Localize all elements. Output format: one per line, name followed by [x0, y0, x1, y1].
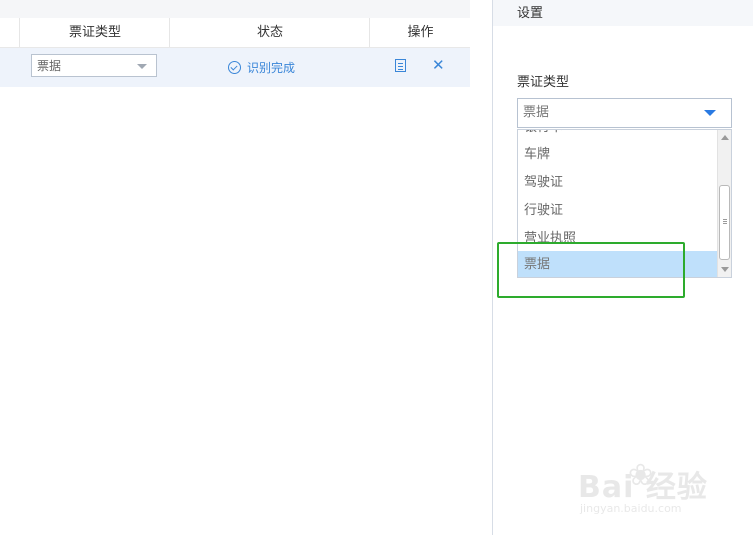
type-select-value: 票据	[37, 59, 62, 73]
ticket-type-options: 银行卡 车牌 驾驶证 行驶证 营业执照 票据	[517, 129, 732, 278]
close-icon[interactable]: ✕	[432, 58, 445, 73]
table-row: 票据 识别完成 ✕	[0, 48, 470, 87]
caret-down-icon	[704, 110, 716, 116]
column-header-status: 状态	[169, 18, 370, 47]
watermark: Bai 经验 ❀ jingyan.baidu.com	[578, 458, 728, 522]
toolbar-strip	[0, 0, 470, 18]
caret-down-icon	[137, 64, 147, 69]
column-header-actions: 操作	[369, 18, 471, 47]
scroll-down-icon[interactable]	[721, 267, 729, 272]
status-text: 识别完成	[247, 61, 296, 75]
scrollbar-thumb[interactable]	[719, 185, 730, 260]
ticket-type-dropdown[interactable]: 票据	[517, 98, 732, 128]
paw-icon: ❀	[628, 458, 654, 493]
ticket-type-selected: 票据	[523, 105, 550, 120]
option-license-plate[interactable]: 车牌	[518, 141, 717, 169]
scroll-up-icon[interactable]	[721, 135, 729, 140]
option-driver-license[interactable]: 驾驶证	[518, 169, 717, 197]
main-content: 票证类型 状态 操作 票据 识别完成 ✕	[0, 0, 470, 535]
status-cell: 识别完成	[228, 60, 295, 76]
options-scrollbar[interactable]	[717, 130, 731, 277]
ticket-type-label: 票证类型	[517, 75, 570, 90]
settings-title: 设置	[493, 0, 753, 26]
document-icon[interactable]	[395, 59, 406, 72]
option-vehicle-license[interactable]: 行驶证	[518, 197, 717, 225]
table-header: 票证类型 状态 操作	[0, 18, 470, 48]
column-header-type: 票证类型	[19, 18, 170, 47]
check-circle-icon	[228, 61, 241, 74]
option-ticket[interactable]: 票据	[518, 251, 717, 277]
option-business-license[interactable]: 营业执照	[518, 225, 717, 253]
type-select[interactable]: 票据	[31, 54, 157, 77]
watermark-site: jingyan.baidu.com	[580, 502, 682, 515]
settings-panel: 设置 票证类型 票据 银行卡 车牌 驾驶证 行驶证 营业执照 票据	[492, 0, 753, 535]
